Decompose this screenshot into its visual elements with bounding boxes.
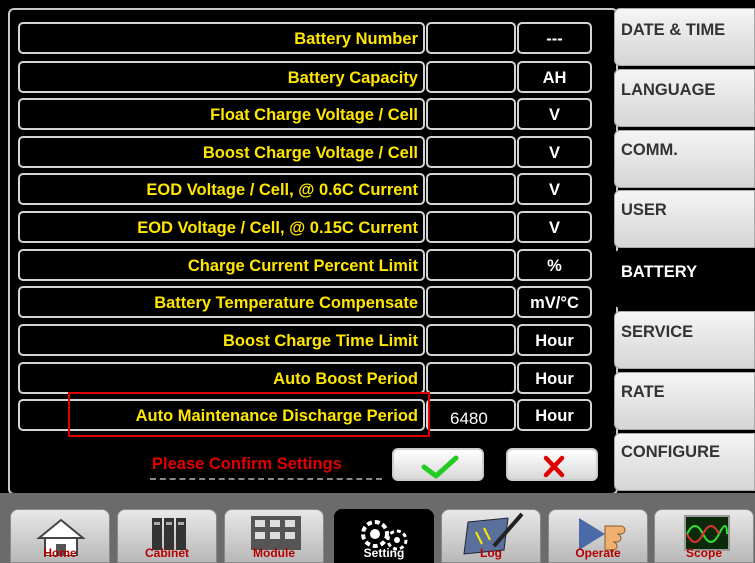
nav-label: Operate [575,546,621,560]
setting-value-field[interactable] [426,286,516,318]
tab-label: DATE & TIME [621,21,726,39]
tab-configure[interactable]: CONFIGURE [614,433,755,491]
nav-home-button[interactable]: Home [10,509,110,563]
setting-label: Auto Boost Period [273,370,418,388]
setting-unit-cell: V [517,173,592,205]
confirm-underline [150,478,382,482]
nav-label: Home [43,546,77,560]
tab-label: COMM. [621,141,678,159]
setting-unit: Hour [535,332,574,350]
nav-label: Scope [685,546,722,560]
confirm-ok-button[interactable] [392,448,484,481]
setting-value-field[interactable] [426,173,516,205]
nav-label: Module [253,546,295,560]
highlight-box [68,392,430,437]
setting-value-field[interactable] [426,22,516,54]
setting-label-cell: Battery Temperature Compensate [18,286,425,318]
setting-unit: mV/°C [530,294,579,312]
setting-label: Battery Number [294,30,418,48]
setting-label: EOD Voltage / Cell, @ 0.6C Current [146,181,418,199]
setting-unit-cell: mV/°C [517,286,592,318]
setting-value-field[interactable] [426,98,516,130]
tab-label: RATE [621,383,665,401]
setting-unit-cell: Hour [517,362,592,394]
setting-value-field[interactable] [426,61,516,93]
nav-log-button[interactable]: Log [441,509,541,563]
setting-label: Battery Temperature Compensate [154,294,418,312]
setting-unit-cell: V [517,98,592,130]
nav-label: Cabinet [144,546,189,560]
setting-label-cell: Auto Boost Period [18,362,425,394]
setting-unit: Hour [535,370,574,388]
tab-label: USER [621,201,667,219]
tab-label: SERVICE [621,323,694,341]
tab-label: CONFIGURE [621,443,720,461]
tab-rate[interactable]: RATE [614,372,755,430]
tab-battery[interactable]: BATTERY [614,250,755,308]
tab-date-time[interactable]: DATE & TIME [614,8,755,66]
setting-unit-cell: V [517,136,592,168]
setting-label: Battery Capacity [287,69,418,87]
setting-unit-cell: V [517,211,592,243]
setting-label-cell: Boost Charge Time Limit [18,324,425,356]
confirm-message: Please Confirm Settings [152,455,342,473]
setting-label-cell: EOD Voltage / Cell, @ 0.15C Current [18,211,425,243]
setting-label-cell: Charge Current Percent Limit [18,249,425,281]
check-icon [421,455,459,479]
setting-label: EOD Voltage / Cell, @ 0.15C Current [137,219,418,237]
setting-unit: V [548,106,560,124]
setting-value-field[interactable] [426,362,516,394]
setting-unit: V [548,181,560,199]
setting-unit-cell: AH [517,61,592,93]
setting-unit-cell: Hour [517,324,592,356]
nav-operate-button[interactable]: Operate [548,509,648,563]
setting-unit: Hour [535,407,574,425]
setting-label: Float Charge Voltage / Cell [210,106,418,124]
setting-value-field[interactable] [426,211,516,243]
setting-label-cell: Battery Number [18,22,425,54]
setting-label: Boost Charge Voltage / Cell [202,144,418,162]
setting-unit-cell: --- [517,22,592,54]
nav-module-button[interactable]: Module [224,509,324,563]
setting-value-field[interactable]: 6480 [426,399,516,431]
setting-value-field[interactable] [426,324,516,356]
setting-value-field[interactable] [426,249,516,281]
setting-unit-cell: % [517,249,592,281]
setting-label-cell: Boost Charge Voltage / Cell [18,136,425,168]
setting-unit: V [548,144,560,162]
settings-tabs: DATE & TIME LANGUAGE COMM. USER BATTERY SERVI… [614,8,755,493]
tab-service[interactable]: SERVICE [614,311,755,369]
setting-unit: AH [542,69,567,87]
nav-scope-button[interactable]: Scope [654,509,754,563]
tab-label: BATTERY [621,263,698,281]
nav-cabinet-button[interactable]: Cabinet [117,509,217,563]
setting-unit: V [548,219,560,237]
setting-label: Charge Current Percent Limit [187,257,418,275]
nav-setting-button[interactable]: Setting [334,509,434,563]
setting-unit-cell: Hour [517,399,592,431]
nav-label: Log [480,546,502,560]
setting-value-field[interactable] [426,136,516,168]
tab-language[interactable]: LANGUAGE [614,69,755,127]
nav-label: Setting [363,546,405,560]
tab-comm[interactable]: COMM. [614,130,755,188]
setting-label-cell: Float Charge Voltage / Cell [18,98,425,130]
setting-label-cell: Battery Capacity [18,61,425,93]
setting-unit: % [547,257,562,275]
x-icon [543,455,565,478]
tab-label: LANGUAGE [621,81,716,99]
setting-label: Boost Charge Time Limit [223,332,418,350]
setting-label-cell: EOD Voltage / Cell, @ 0.6C Current [18,173,425,205]
confirm-cancel-button[interactable] [506,448,598,481]
setting-value: 6480 [450,409,488,428]
tab-user[interactable]: USER [614,190,755,248]
setting-unit: --- [546,30,563,48]
